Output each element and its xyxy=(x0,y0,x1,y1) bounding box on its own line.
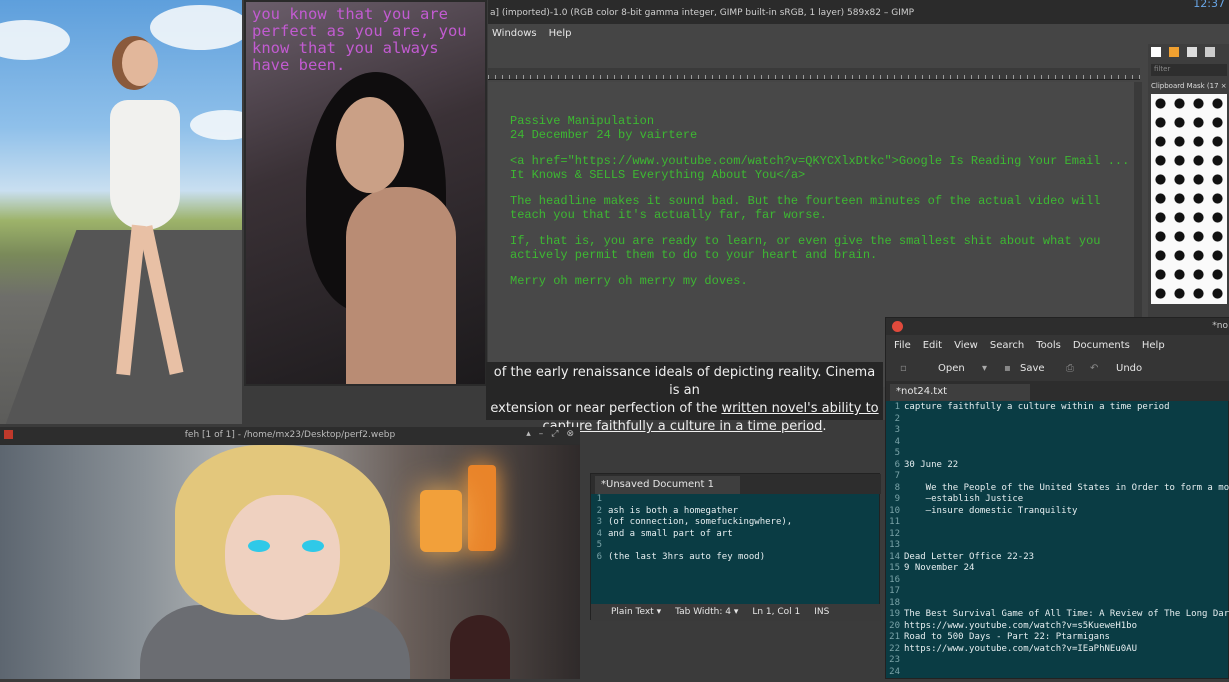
canvas-line: <a href="https://www.youtube.com/watch?v… xyxy=(510,154,1130,182)
photo-road-girl xyxy=(0,0,242,424)
minimize-icon[interactable]: – xyxy=(539,429,544,439)
feh-titlebar: feh [1 of 1] - /home/mx23/Desktop/perf2.… xyxy=(0,427,580,444)
window-title: *no xyxy=(1212,321,1228,331)
subtitle-period: . xyxy=(822,419,827,434)
editor-text[interactable]: ash is both a homegather (of connection,… xyxy=(608,494,878,563)
subtitle-underlined: written novel's ability to xyxy=(721,401,879,416)
pattern-swatch[interactable] xyxy=(1169,47,1179,57)
window-controls: ▴ – ⤢ ⊗ xyxy=(526,429,574,439)
line-numbers: 1 2 3 4 5 6 7 8 9 10 11 12 13 14 15 16 1… xyxy=(889,402,900,677)
menu-tools[interactable]: Tools xyxy=(1036,340,1061,352)
font-icon[interactable] xyxy=(1187,47,1197,57)
new-icon[interactable]: ▫ xyxy=(900,363,907,374)
feh-title: feh [1 of 1] - /home/mx23/Desktop/perf2.… xyxy=(184,430,396,440)
editor-titlebar: *no xyxy=(886,318,1229,335)
photo-quote: you know that you are perfect as you are… xyxy=(252,5,467,75)
status-bar: Plain Text ▾ Tab Width: 4 ▾ Ln 1, Col 1 … xyxy=(591,604,881,621)
menu-help[interactable]: Help xyxy=(549,28,572,42)
gimp-menubar: Windows Help xyxy=(488,24,1148,46)
fg-color-swatch[interactable] xyxy=(1151,47,1161,57)
close-icon[interactable]: ⊗ xyxy=(566,429,574,439)
editor-text[interactable]: capture faithfully a culture within a ti… xyxy=(904,402,1229,667)
open-button[interactable]: Open xyxy=(938,363,965,374)
menu-search[interactable]: Search xyxy=(990,340,1024,352)
canvas-line: The headline makes it sound bad. But the… xyxy=(510,194,1101,222)
canvas-line: If, that is, you are ready to learn, or … xyxy=(510,234,1101,262)
menu-windows[interactable]: Windows xyxy=(492,28,537,42)
video-subtitle: of the early renaissance ideals of depic… xyxy=(486,362,883,434)
language-dropdown[interactable]: Plain Text ▾ xyxy=(611,607,661,618)
text-editor-not24: *no File Edit View Search Tools Document… xyxy=(885,317,1229,679)
shade-icon[interactable]: ▴ xyxy=(526,429,531,439)
dock-tabs xyxy=(1151,47,1215,57)
figure xyxy=(110,40,184,390)
tab-bar: *Unsaved Document 1 xyxy=(591,474,881,494)
cloud xyxy=(190,110,242,140)
gimp-titlebar: a] (imported)-1.0 (RGB color 8-bit gamma… xyxy=(488,0,1229,24)
gimp-title: a] (imported)-1.0 (RGB color 8-bit gamma… xyxy=(490,8,915,18)
app-icon xyxy=(4,430,13,439)
canvas-line: Merry oh merry oh merry my doves. xyxy=(510,274,748,288)
menu-help[interactable]: Help xyxy=(1142,340,1165,352)
clock: 12:37 xyxy=(1193,0,1225,10)
menu-file[interactable]: File xyxy=(894,340,911,352)
brush-grid[interactable] xyxy=(1151,94,1227,304)
app-icon xyxy=(892,321,903,332)
line-numbers: 1 2 3 4 5 6 xyxy=(591,494,605,604)
menu-documents[interactable]: Documents xyxy=(1073,340,1130,352)
horizontal-ruler xyxy=(488,68,1140,80)
tab-not24[interactable]: *not24.txt xyxy=(890,384,1030,401)
brushes-dock: filter Clipboard Mask (17 × xyxy=(1148,44,1229,320)
menu-view[interactable]: View xyxy=(954,340,978,352)
subtitle-underlined: capture faithfully a culture in a time p… xyxy=(542,419,823,434)
canvas-line: Passive Manipulation xyxy=(510,114,655,128)
cursor-position: Ln 1, Col 1 xyxy=(752,607,801,617)
brush-title: Clipboard Mask (17 × xyxy=(1151,82,1227,90)
canvas-text: Passive Manipulation 24 December 24 by va… xyxy=(510,114,1130,300)
menu-edit[interactable]: Edit xyxy=(923,340,942,352)
undo-button[interactable]: Undo xyxy=(1116,363,1142,374)
insert-mode: INS xyxy=(814,607,830,617)
save-icon: ▪ xyxy=(1004,363,1011,374)
tab-bar: *not24.txt xyxy=(886,381,1229,401)
cloud xyxy=(0,20,70,60)
editor-toolbar: ▫ Open ▾ ▪ Save ⎙ ↶ Undo xyxy=(886,357,1229,381)
save-button[interactable]: Save xyxy=(1020,363,1045,374)
anime-image xyxy=(0,445,580,679)
canvas-line: 24 December 24 by vairtere xyxy=(510,128,698,142)
tab-width-dropdown[interactable]: Tab Width: 4 ▾ xyxy=(675,607,738,618)
brush-filter-input[interactable]: filter xyxy=(1151,64,1227,76)
subtitle-line: of the early renaissance ideals of depic… xyxy=(493,365,876,398)
document-icon[interactable] xyxy=(1205,47,1215,57)
chevron-down-icon[interactable]: ▾ xyxy=(982,363,987,374)
editor-menubar: File Edit View Search Tools Documents He… xyxy=(886,335,1229,357)
text-editor-unsaved: *Unsaved Document 1 1 2 3 4 5 6 ash is b… xyxy=(590,473,881,621)
photo-dark-portrait: you know that you are perfect as you are… xyxy=(244,0,487,386)
tab-unsaved-document[interactable]: *Unsaved Document 1 xyxy=(595,476,740,494)
undo-icon: ↶ xyxy=(1090,363,1099,374)
feh-window: feh [1 of 1] - /home/mx23/Desktop/perf2.… xyxy=(0,427,580,679)
subtitle-line: extension or near perfection of the xyxy=(490,401,722,416)
maximize-icon[interactable]: ⤢ xyxy=(551,429,558,439)
print-icon[interactable]: ⎙ xyxy=(1066,363,1074,374)
